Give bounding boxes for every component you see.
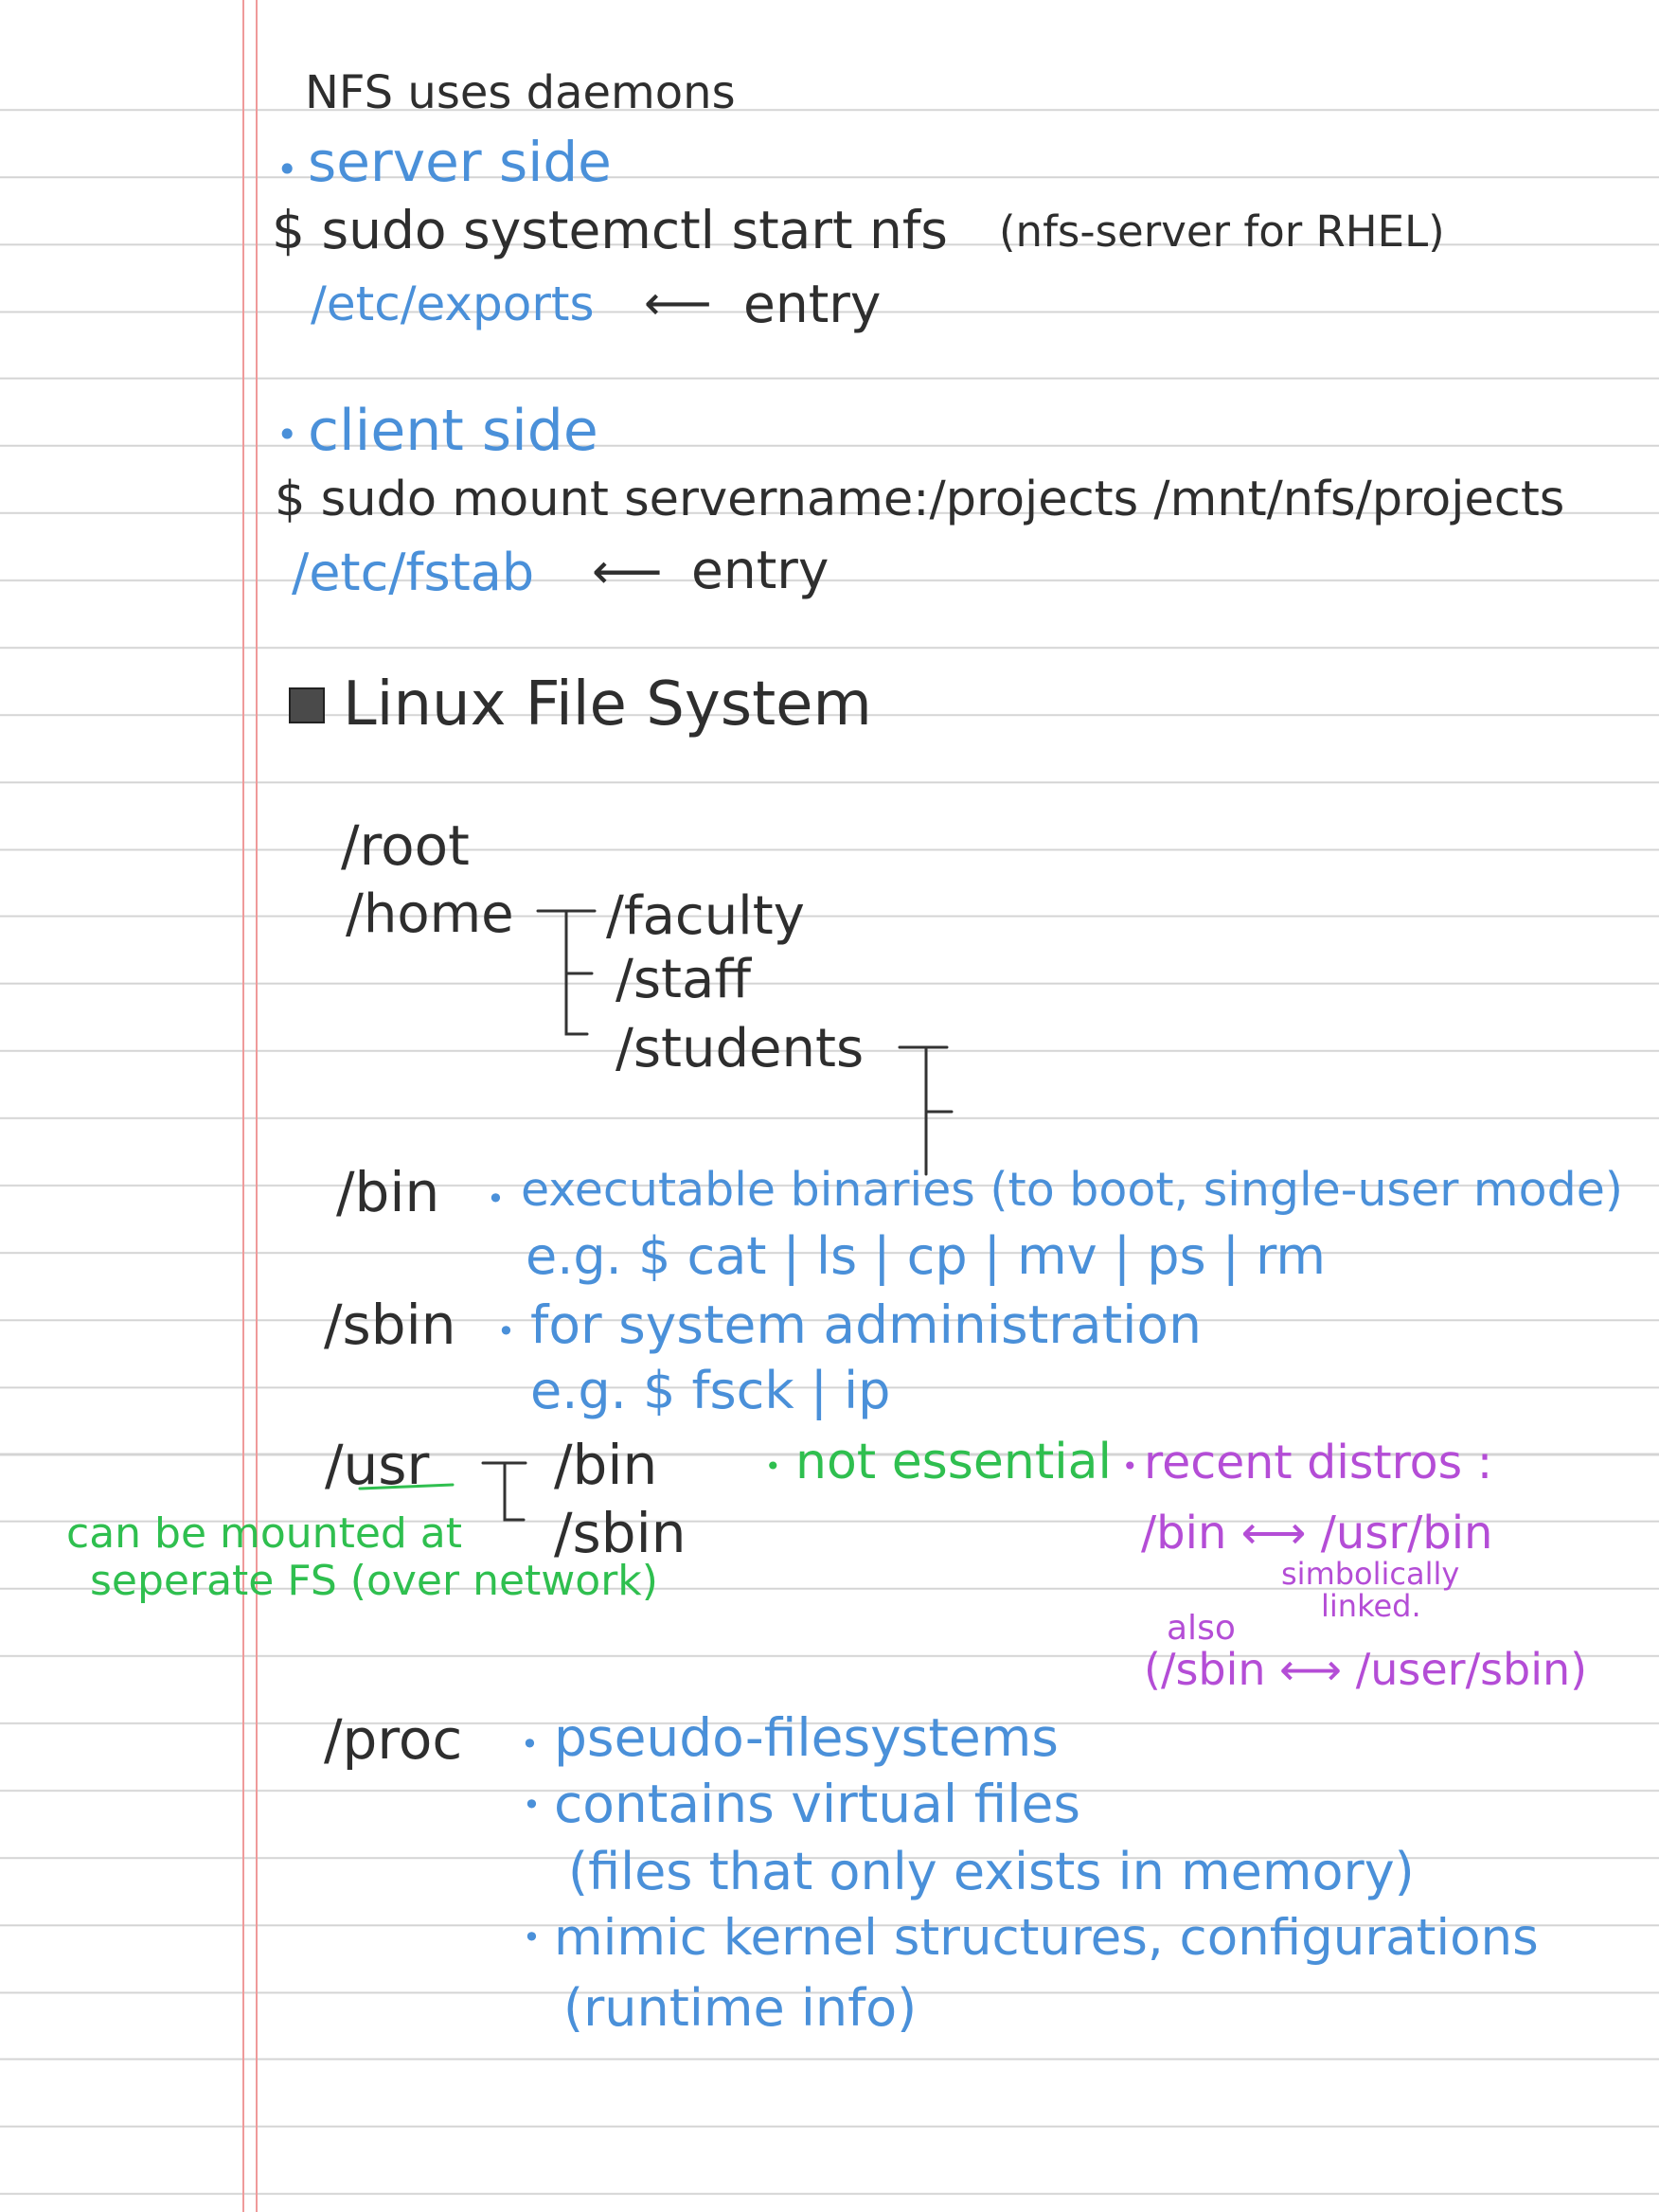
page-title: NFS uses daemons: [305, 66, 736, 119]
bullet-dot: •: [276, 149, 298, 190]
dir-usr-sbin: /sbin: [554, 1501, 687, 1565]
bullet-dot: •: [497, 1313, 515, 1349]
bullet-dot: •: [523, 1919, 541, 1955]
sbin-example: e.g. $ fsck | ip: [530, 1361, 891, 1420]
margin-line-left: [242, 0, 244, 2212]
dir-staff: /staff: [615, 949, 751, 1010]
bullet-dot: •: [765, 1451, 781, 1482]
symlink-sbin: (/sbin ⟷ /user/sbin): [1144, 1644, 1588, 1695]
arrow-left-icon: ⟵: [592, 544, 663, 600]
usr-mount-note-line1: can be mounted at: [66, 1509, 463, 1558]
usr-not-essential-note: not essential: [795, 1434, 1112, 1490]
proc-bullet-3-sub: (runtime info): [563, 1978, 918, 2038]
proc-bullet-2-sub: (files that only exists in memory): [568, 1842, 1415, 1901]
server-note: (nfs-server for RHEL): [999, 206, 1445, 257]
dir-root: /root: [341, 813, 470, 878]
bin-example: e.g. $ cat | ls | cp | mv | ps | rm: [526, 1226, 1327, 1286]
dir-faculty: /faculty: [606, 885, 805, 947]
symlink-note-line2: linked.: [1321, 1588, 1421, 1624]
server-command: $ sudo systemctl start nfs: [272, 200, 948, 260]
bullet-dot: •: [523, 1787, 541, 1823]
bullet-dot: •: [276, 414, 298, 455]
bullet-dot: •: [1122, 1451, 1138, 1482]
exports-entry-label: entry: [743, 274, 882, 334]
server-side-heading: server side: [308, 130, 612, 194]
bin-description: executable binaries (to boot, single-use…: [521, 1163, 1623, 1217]
dir-usr-bin: /bin: [554, 1433, 658, 1497]
recent-distros-heading: recent distros :: [1144, 1436, 1493, 1490]
heading-checkbox-icon: [289, 687, 325, 723]
dir-usr: /usr: [325, 1433, 430, 1497]
arrow-left-icon: ⟵: [644, 276, 712, 330]
dir-students: /students: [615, 1018, 865, 1079]
dir-proc: /proc: [324, 1707, 463, 1772]
proc-bullet-2: contains virtual files: [554, 1774, 1081, 1834]
fstab-entry-label: entry: [691, 540, 830, 600]
dir-sbin: /sbin: [324, 1293, 456, 1357]
symlink-note-line1: simbolically: [1281, 1556, 1460, 1592]
client-command: $ sudo mount servername:/projects /mnt/n…: [275, 472, 1565, 527]
bullet-dot: •: [487, 1181, 505, 1217]
sbin-description: for system administration: [530, 1294, 1202, 1355]
symlink-also-label: also: [1167, 1609, 1236, 1648]
margin-line-right: [256, 0, 258, 2212]
fstab-path: /etc/fstab: [292, 543, 535, 602]
client-side-heading: client side: [308, 398, 598, 464]
proc-bullet-1: pseudo-filesystems: [554, 1707, 1059, 1768]
notebook-page: NFS uses daemons • server side $ sudo sy…: [0, 0, 1659, 2212]
fs-heading: Linux File System: [343, 669, 872, 740]
usr-mount-note-line2: seperate FS (over network): [90, 1557, 658, 1605]
exports-path: /etc/exports: [311, 276, 595, 331]
dir-bin: /bin: [336, 1160, 440, 1224]
proc-bullet-3: mimic kernel structures, configurations: [554, 1909, 1539, 1967]
dir-home: /home: [346, 883, 514, 945]
bullet-dot: •: [521, 1726, 539, 1762]
symlink-bin: /bin ⟷ /usr/bin: [1141, 1507, 1493, 1560]
